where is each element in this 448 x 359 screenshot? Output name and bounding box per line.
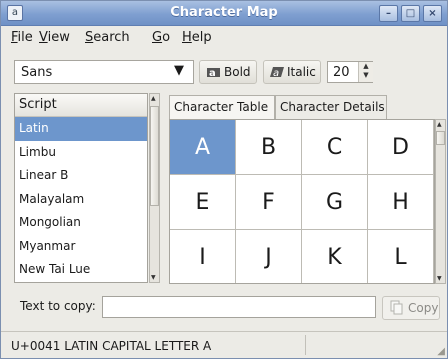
spin-up-icon[interactable]: ▲ [359,62,373,71]
copy-icon [390,300,403,315]
menu-file-rest: ile [17,30,33,45]
menu-help[interactable]: Help [182,30,212,45]
character-map-window: a Character Map – □ × File View Search G… [0,0,448,359]
tab-character-table[interactable]: Character Table [169,95,275,119]
maximize-button[interactable]: □ [401,5,420,22]
italic-toggle-button[interactable]: a Italic [263,60,321,84]
menu-view[interactable]: View [39,30,70,45]
title-bar[interactable]: a Character Map – □ × [1,1,447,26]
scroll-up-icon[interactable]: ▲ [437,121,442,128]
menu-help-mnemonic: H [182,30,192,45]
status-text: U+0041 LATIN CAPITAL LETTER A [11,339,212,353]
svg-text:a: a [273,68,279,79]
list-item[interactable]: Latin [15,117,147,141]
chevron-down-icon[interactable]: ▼ [174,63,184,78]
char-cell[interactable]: B [236,120,302,175]
text-to-copy-label: Text to copy: [20,299,96,313]
italic-label: Italic [287,65,316,79]
copy-row: Text to copy: Copy [1,291,447,325]
svg-text:a: a [209,68,216,79]
menu-view-mnemonic: V [39,30,48,45]
char-cell[interactable]: C [302,120,368,175]
char-cell[interactable]: E [170,175,236,230]
scroll-up-icon[interactable]: ▲ [151,95,156,102]
toolbar: Sans ▼ a Bold a Italic 20 ▲ ▼ [1,49,447,89]
list-item[interactable]: Limbu [15,141,147,165]
char-cell[interactable]: D [368,120,434,175]
character-table-grid: A B C D E F G H I J K L [169,119,435,284]
font-size-spinner[interactable]: 20 ▲ ▼ [327,61,373,83]
scroll-down-icon[interactable]: ▼ [151,274,156,281]
script-column-header[interactable]: Script [15,94,147,117]
char-cell[interactable]: L [368,230,434,283]
menu-help-rest: elp [191,30,212,45]
menu-file[interactable]: File [11,30,33,45]
bold-label: Bold [224,65,251,79]
bold-toggle-button[interactable]: a Bold [199,60,257,84]
list-item[interactable]: Malayalam [15,188,147,212]
font-size-value: 20 [333,65,350,80]
minimize-button[interactable]: – [379,5,398,22]
script-list-scrollbar[interactable]: ▲ ▼ [149,93,160,283]
font-family-combo[interactable]: Sans [14,60,194,84]
resize-grip-icon[interactable]: ◢ [437,346,445,357]
close-button[interactable]: × [423,5,442,22]
italic-icon: a [270,67,284,79]
bold-icon: a [207,68,220,79]
char-cell[interactable]: J [236,230,302,283]
char-cell[interactable]: H [368,175,434,230]
tab-character-details[interactable]: Character Details [275,95,387,119]
font-family-value: Sans [21,65,53,80]
list-item[interactable]: Linear B [15,164,147,188]
status-bar: U+0041 LATIN CAPITAL LETTER A ◢ [1,331,447,358]
status-separator [305,335,306,355]
list-item[interactable]: New Tai Lue [15,258,147,282]
scrollbar-thumb[interactable] [150,106,159,206]
char-cell[interactable]: F [236,175,302,230]
spin-down-icon[interactable]: ▼ [359,71,373,80]
copy-button[interactable]: Copy [382,296,440,320]
char-cell[interactable]: A [170,120,236,175]
menu-go[interactable]: Go [152,30,170,45]
spinner-arrows[interactable]: ▲ ▼ [358,62,373,82]
list-item[interactable]: Myanmar [15,235,147,259]
copy-button-label: Copy [408,301,439,315]
menu-view-rest: iew [47,30,70,45]
menu-go-mnemonic: G [152,30,163,45]
menu-search-rest: earch [93,30,130,45]
char-cell[interactable]: I [170,230,236,283]
scrollbar-thumb[interactable] [436,131,445,145]
scroll-down-icon[interactable]: ▼ [437,275,442,282]
menu-go-rest: o [162,30,171,45]
menu-bar: File View Search Go Help [1,26,447,48]
script-list[interactable]: Script Latin Limbu Linear B Malayalam Mo… [14,93,148,283]
text-to-copy-input[interactable] [102,296,376,318]
char-cell[interactable]: G [302,175,368,230]
menu-search[interactable]: Search [85,30,130,45]
character-table-scrollbar[interactable]: ▲ ▼ [435,119,446,284]
list-item[interactable]: Mongolian [15,211,147,235]
char-cell[interactable]: K [302,230,368,283]
